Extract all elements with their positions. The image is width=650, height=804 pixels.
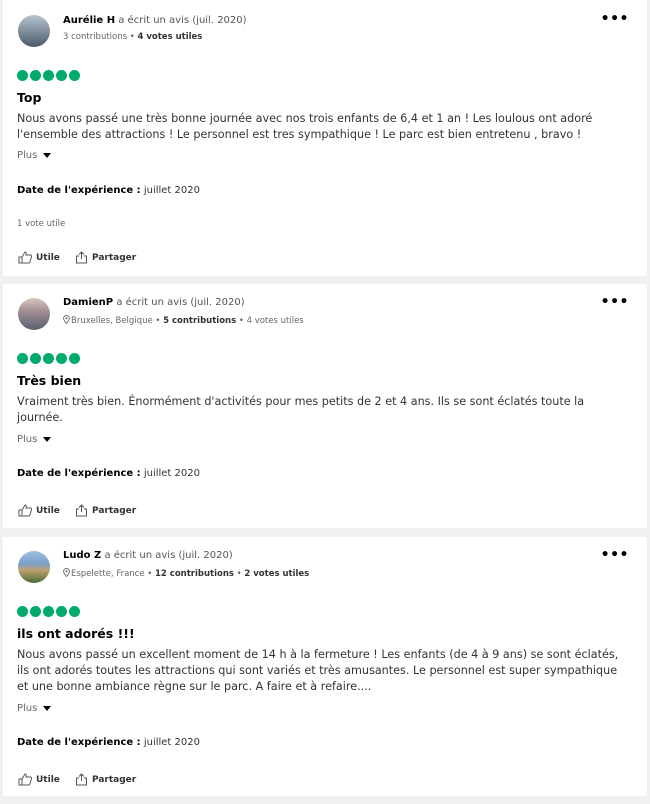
read-more-label: Plus [17,434,38,445]
thumbs-up-icon [18,773,32,786]
rating-bubble [69,353,80,364]
contributions-count: 3 contributions [63,32,128,42]
share-label: Partager [92,252,137,263]
review-written-label: a écrit un avis (juil. 2020) [104,550,233,561]
rating-bubbles [17,606,80,617]
review-card: DamienP a écrit un avis (juil. 2020) Bru… [3,284,647,528]
chevron-down-icon [43,153,52,158]
share-icon [76,251,87,264]
useful-button[interactable]: Utile [18,504,60,517]
share-button[interactable]: Partager [75,773,136,786]
review-title[interactable]: Très bien [17,373,81,388]
rating-bubble [17,353,28,364]
useful-label: Utile [36,252,60,263]
more-options-icon[interactable]: ••• [601,548,629,562]
share-icon [76,773,87,786]
rating-bubble [30,70,41,81]
rating-bubble [30,353,41,364]
rating-bubbles [17,353,80,364]
read-more-button[interactable]: Plus [17,150,52,161]
location-pin-icon [63,568,70,577]
avatar[interactable] [18,298,50,330]
contributions-count: 5 contributions [163,316,237,326]
chevron-down-icon [43,706,52,711]
rating-bubble [69,70,80,81]
contributions-count: 12 contributions [155,569,234,579]
rating-bubble [43,70,54,81]
review-text: Vraiment très bien. Énormément d'activit… [17,395,585,424]
rating-bubble [56,353,67,364]
read-more-label: Plus [17,150,38,161]
experience-date-value: juillet 2020 [143,185,200,196]
more-options-icon[interactable]: ••• [601,295,629,309]
location-pin-icon [63,315,70,324]
author-name[interactable]: Aurélie H [63,15,115,26]
rating-bubble [17,70,28,81]
read-more-label: Plus [17,703,38,714]
rating-bubble [17,606,28,617]
experience-date-label: Date de l'expérience : [17,468,141,479]
review-text: Nous avons passé un excellent moment de … [17,648,619,693]
experience-date-value: juillet 2020 [143,737,200,748]
useful-label: Utile [36,505,60,516]
rating-bubble [69,606,80,617]
review-text: Nous avons passé une très bonne journée … [17,112,593,141]
review-card: Ludo Z a écrit un avis (juil. 2020) Espe… [3,537,647,796]
experience-date: Date de l'expérience : juillet 2020 [17,468,200,479]
rating-bubble [56,70,67,81]
rating-bubble [56,606,67,617]
chevron-down-icon [43,437,52,442]
review-title[interactable]: ils ont adorés !!! [17,626,135,641]
avatar[interactable] [18,15,50,47]
useful-label: Utile [36,774,60,785]
author-name[interactable]: Ludo Z [63,550,101,561]
experience-date: Date de l'expérience : juillet 2020 [17,185,200,196]
thumbs-up-icon [18,251,32,264]
author-location: Bruxelles, Belgique [71,316,153,326]
read-more-button[interactable]: Plus [17,703,52,714]
share-icon [76,504,87,517]
more-options-icon[interactable]: ••• [601,12,629,26]
rating-bubbles [17,70,80,81]
rating-bubble [43,353,54,364]
experience-date-value: juillet 2020 [143,468,200,479]
useful-button[interactable]: Utile [18,773,60,786]
share-label: Partager [92,505,137,516]
share-label: Partager [92,774,137,785]
useful-button[interactable]: Utile [18,251,60,264]
author-location: Espelette, France [71,569,145,579]
experience-date-label: Date de l'expérience : [17,185,141,196]
review-written-label: a écrit un avis (juil. 2020) [118,15,247,26]
experience-date: Date de l'expérience : juillet 2020 [17,737,200,748]
avatar[interactable] [18,551,50,583]
rating-bubble [43,606,54,617]
useful-votes-count: 4 votes utiles [137,32,203,42]
review-title[interactable]: Top [17,90,41,105]
review-vote-count: 1 vote utile [17,219,66,229]
read-more-button[interactable]: Plus [17,434,52,445]
author-name[interactable]: DamienP [63,297,113,308]
review-written-label: a écrit un avis (juil. 2020) [116,297,245,308]
useful-votes-count: 4 votes utiles [246,316,304,326]
share-button[interactable]: Partager [75,251,136,264]
useful-votes-count: 2 votes utiles [244,569,310,579]
thumbs-up-icon [18,504,32,517]
review-card: Aurélie H a écrit un avis (juil. 2020) 3… [3,0,647,276]
rating-bubble [30,606,41,617]
experience-date-label: Date de l'expérience : [17,737,141,748]
share-button[interactable]: Partager [75,504,136,517]
